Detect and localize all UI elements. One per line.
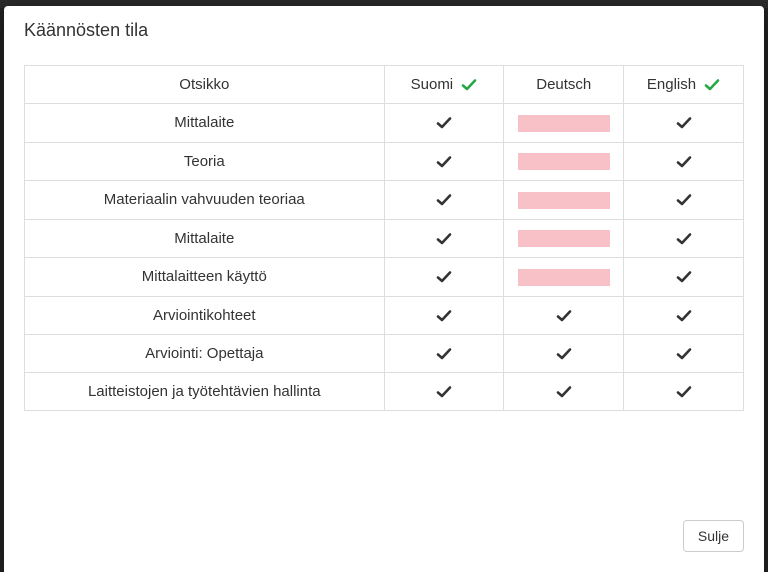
missing-translation-indicator [518,269,610,286]
check-icon [676,154,692,170]
check-icon [436,192,452,208]
table-row: Arviointi: Opettaja [25,334,744,372]
status-cell [504,219,624,258]
table-header-row: Otsikko Suomi Deutsch English [25,66,744,104]
status-cell [384,296,504,334]
status-cell [624,181,744,220]
check-icon [436,308,452,324]
check-icon [556,384,572,400]
table-row: Mittalaite [25,219,744,258]
status-cell [504,372,624,410]
status-cell [504,142,624,181]
missing-translation-indicator [518,230,610,247]
check-icon [436,384,452,400]
row-title: Materiaalin vahvuuden teoriaa [25,181,385,220]
row-title: Mittalaite [25,219,385,258]
status-cell [624,372,744,410]
missing-translation-indicator [518,115,610,132]
translations-status-modal: Käännösten tila Otsikko Suomi Deutsch [4,6,764,572]
check-icon [436,115,452,131]
status-cell [624,142,744,181]
status-cell [624,296,744,334]
check-icon [436,154,452,170]
missing-translation-indicator [518,153,610,170]
status-cell [504,181,624,220]
check-icon [461,77,477,93]
check-icon [676,384,692,400]
th-lang-label: English [647,76,696,93]
table-row: Mittalaite [25,104,744,143]
status-cell [504,296,624,334]
status-cell [624,219,744,258]
row-title: Teoria [25,142,385,181]
status-cell [504,258,624,297]
check-icon [676,308,692,324]
status-cell [384,142,504,181]
table-body: MittalaiteTeoriaMateriaalin vahvuuden te… [25,104,744,411]
th-title: Otsikko [25,66,385,104]
table-row: Materiaalin vahvuuden teoriaa [25,181,744,220]
check-icon [676,346,692,362]
translations-table: Otsikko Suomi Deutsch English Mittala [24,65,744,411]
th-lang-english: English [624,66,744,104]
th-lang-label: Suomi [411,76,454,93]
row-title: Laitteistojen ja työtehtävien hallinta [25,372,385,410]
status-cell [384,181,504,220]
check-icon [556,346,572,362]
row-title: Mittalaite [25,104,385,143]
row-title: Arviointi: Opettaja [25,334,385,372]
modal-title: Käännösten tila [24,20,744,41]
status-cell [624,334,744,372]
status-cell [384,104,504,143]
row-title: Arviointikohteet [25,296,385,334]
check-icon [436,269,452,285]
status-cell [624,258,744,297]
status-cell [624,104,744,143]
check-icon [676,192,692,208]
check-icon [676,231,692,247]
status-cell [384,219,504,258]
status-cell [504,334,624,372]
modal-header: Käännösten tila [4,6,764,47]
status-cell [504,104,624,143]
missing-translation-indicator [518,192,610,209]
status-cell [384,258,504,297]
modal-footer: Sulje [4,504,764,572]
check-icon [704,77,720,93]
check-icon [436,346,452,362]
status-cell [384,334,504,372]
row-title: Mittalaitteen käyttö [25,258,385,297]
table-row: Mittalaitteen käyttö [25,258,744,297]
th-lang-deutsch: Deutsch [504,66,624,104]
check-icon [676,269,692,285]
check-icon [436,231,452,247]
table-row: Teoria [25,142,744,181]
table-row: Laitteistojen ja työtehtävien hallinta [25,372,744,410]
th-lang-label: Deutsch [536,76,591,93]
th-lang-suomi: Suomi [384,66,504,104]
table-row: Arviointikohteet [25,296,744,334]
check-icon [556,308,572,324]
status-cell [384,372,504,410]
close-button[interactable]: Sulje [683,520,744,552]
check-icon [676,115,692,131]
modal-body: Otsikko Suomi Deutsch English Mittala [4,47,764,504]
